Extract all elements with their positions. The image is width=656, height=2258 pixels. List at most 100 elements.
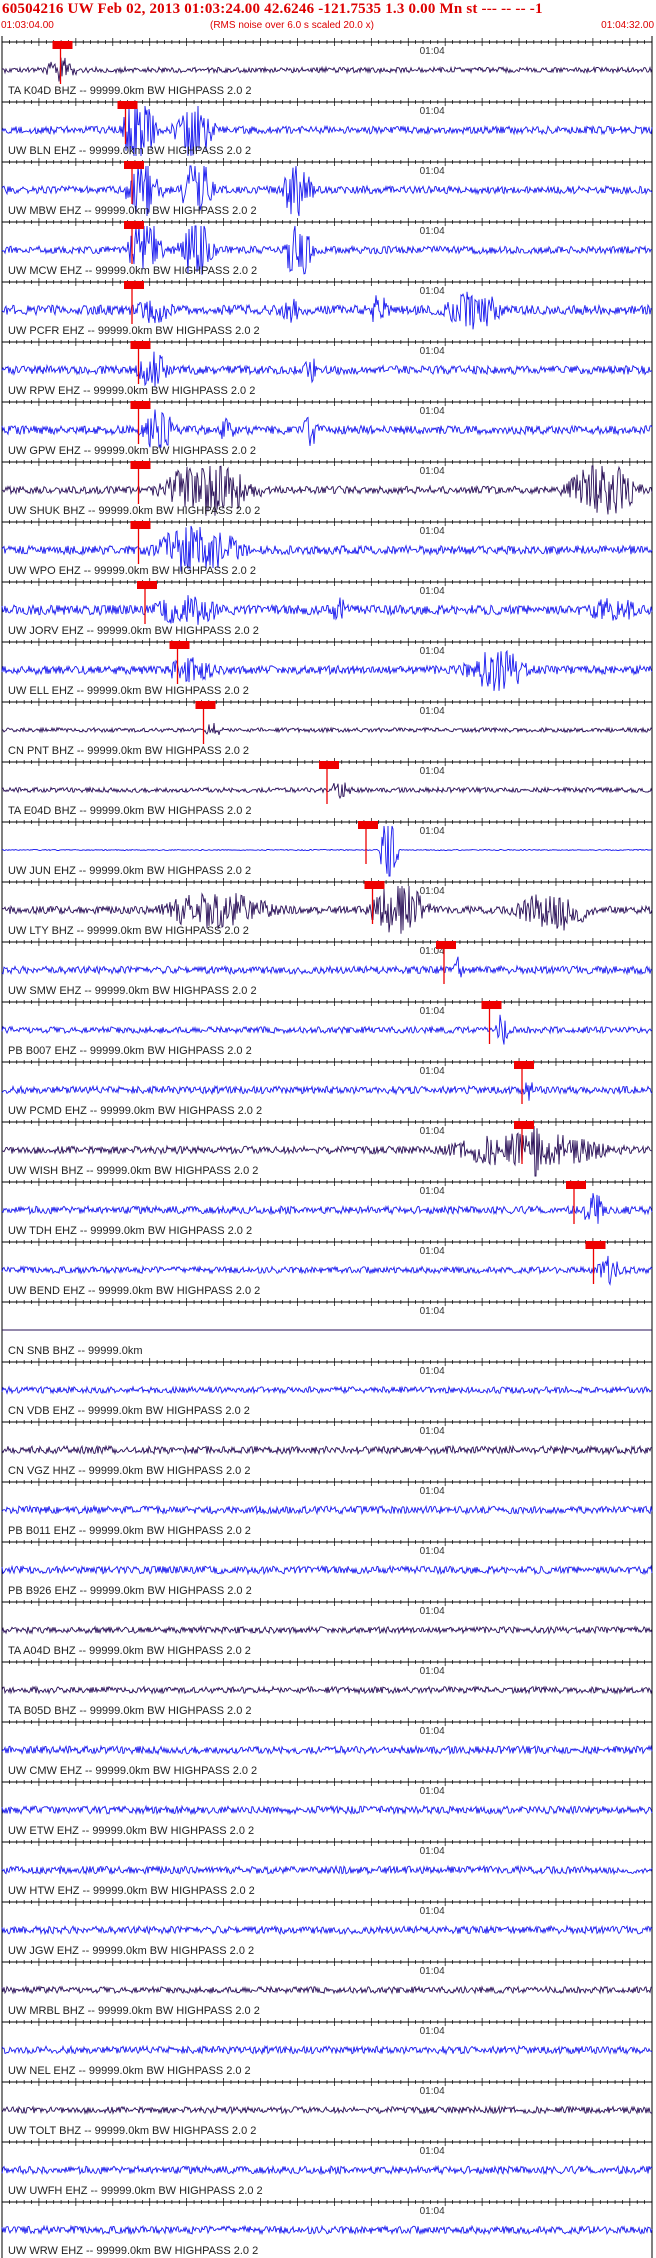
minute-tick-label: 01:04: [420, 1846, 445, 1857]
trace-panel: 01:04 UW MCW EHZ -- 99999.0km BW HIGHPASS…: [1, 218, 653, 277]
minute-tick-label: 01:04: [420, 2206, 445, 2217]
trace-panel: 01:04 CN VGZ HHZ -- 99999.0km BW HIGHPASS…: [1, 1418, 653, 1477]
station-label: UW LTY BHZ -- 99999.0km BW HIGHPASS 2.0 …: [8, 925, 249, 937]
pick-flag: [124, 221, 144, 229]
trace-panel: 01:04 UW MRBL BHZ -- 99999.0km BW HIGHPAS…: [1, 1958, 653, 2017]
trace-panel: 01:04 UW PCFR EHZ -- 99999.0km BW HIGHPAS…: [1, 278, 653, 337]
trace-panel: 01:04 PB B007 EHZ -- 99999.0km BW HIGHPAS…: [1, 998, 653, 1057]
minute-tick-label: 01:04: [420, 226, 445, 237]
trace-panel: 01:04 UW WRW EHZ -- 99999.0km BW HIGHPASS…: [1, 2198, 653, 2257]
pick-flag: [124, 161, 144, 169]
minute-tick-label: 01:04: [420, 826, 445, 837]
station-label: UW MRBL BHZ -- 99999.0km BW HIGHPASS 2.0…: [8, 2005, 260, 2017]
minute-tick-label: 01:04: [420, 1366, 445, 1377]
pick-flag: [130, 461, 151, 469]
pick-flag: [319, 761, 339, 769]
station-label: UW JORV EHZ -- 99999.0km BW HIGHPASS 2.0…: [8, 625, 259, 637]
waveform-trace: [1, 595, 653, 625]
pick-flag: [364, 881, 385, 889]
minute-tick-label: 01:04: [420, 166, 445, 177]
trace-panel: 01:04 UW ELL EHZ -- 99999.0km BW HIGHPASS…: [1, 638, 653, 697]
trace-panel: 01:04 PB B011 EHZ -- 99999.0km BW HIGHPAS…: [1, 1478, 653, 1537]
minute-tick-label: 01:04: [420, 646, 445, 657]
station-label: PB B007 EHZ -- 99999.0km BW HIGHPASS 2.0…: [8, 1045, 252, 1057]
minute-tick-label: 01:04: [420, 406, 445, 417]
station-label: PB B011 EHZ -- 99999.0km BW HIGHPASS 2.0…: [8, 1525, 251, 1537]
waveform-trace: [1, 2224, 653, 2236]
trace-panel: 01:04 TA B05D BHZ -- 99999.0km BW HIGHPAS…: [1, 1658, 653, 1717]
waveform-trace: [1, 2105, 653, 2115]
pick-flag: [566, 1181, 586, 1189]
waveform-trace: [1, 1193, 653, 1224]
station-label: UW RPW EHZ -- 99999.0km BW HIGHPASS 2.0 …: [8, 385, 255, 397]
rms-subtitle: (RMS noise over 6.0 s scaled 20.0 x): [210, 20, 374, 31]
station-label: UW WRW EHZ -- 99999.0km BW HIGHPASS 2.0 …: [8, 2245, 258, 2257]
minute-tick-label: 01:04: [420, 1666, 445, 1677]
station-label: TA A04D BHZ -- 99999.0km BW HIGHPASS 2.0…: [8, 1645, 251, 1657]
trace-panel: 01:04 UW WISH BHZ -- 99999.0km BW HIGHPAS…: [1, 1118, 653, 1177]
minute-tick-label: 01:04: [420, 1186, 445, 1197]
station-label: UW WISH BHZ -- 99999.0km BW HIGHPASS 2.0…: [8, 1165, 258, 1177]
trace-panel: 01:04 UW LTY BHZ -- 99999.0km BW HIGHPASS…: [1, 878, 653, 937]
trace-panel: 01:04 TA K04D BHZ -- 99999.0km BW HIGHPAS…: [1, 38, 653, 97]
station-label: UW UWFH EHZ -- 99999.0km BW HIGHPASS 2.0…: [8, 2185, 263, 2197]
trace-panel: 01:04 UW JGW EHZ -- 99999.0km BW HIGHPASS…: [1, 1898, 653, 1957]
minute-tick-label: 01:04: [420, 1066, 445, 1077]
station-label: UW WPO EHZ -- 99999.0km BW HIGHPASS 2.0 …: [8, 565, 256, 577]
waveform-trace: [1, 1924, 653, 1936]
waveform-trace: [1, 1504, 653, 1516]
station-label: UW MBW EHZ -- 99999.0km BW HIGHPASS 2.0 …: [8, 205, 257, 217]
minute-tick-label: 01:04: [420, 46, 445, 57]
minute-tick-label: 01:04: [420, 1726, 445, 1737]
trace-panel: 01:04 UW RPW EHZ -- 99999.0km BW HIGHPASS…: [1, 338, 653, 397]
minute-tick-label: 01:04: [420, 466, 445, 477]
minute-tick-label: 01:04: [420, 526, 445, 537]
station-label: UW SHUK BHZ -- 99999.0km BW HIGHPASS 2.0…: [8, 505, 260, 517]
minute-tick-label: 01:04: [420, 2146, 445, 2157]
station-label: CN PNT BHZ -- 99999.0km BW HIGHPASS 2.0 …: [8, 745, 249, 757]
waveform-trace: [1, 1864, 653, 1876]
trace-panel: 01:04 UW ETW EHZ -- 99999.0km BW HIGHPASS…: [1, 1778, 653, 1837]
minute-tick-label: 01:04: [420, 1486, 445, 1497]
trace-panel: 01:04 PB B926 EHZ -- 99999.0km BW HIGHPAS…: [1, 1538, 653, 1597]
pick-flag: [169, 641, 190, 649]
trace-panel: 01:04 UW GPW EHZ -- 99999.0km BW HIGHPASS…: [1, 398, 653, 457]
station-label: UW TDH EHZ -- 99999.0km BW HIGHPASS 2.0 …: [8, 1225, 252, 1237]
station-label: UW PCFR EHZ -- 99999.0km BW HIGHPASS 2.0…: [8, 325, 260, 337]
waveform-trace: [1, 956, 653, 978]
trace-panel: 01:04 UW TOLT BHZ -- 99999.0km BW HIGHPAS…: [1, 2078, 653, 2137]
waveform-trace: [1, 1385, 652, 1395]
trace-panel: 01:04 CN PNT BHZ -- 99999.0km BW HIGHPASS…: [1, 698, 653, 757]
trace-panel: 01:04 UW JUN EHZ -- 99999.0km BW HIGHPASS…: [1, 818, 653, 877]
station-label: TA K04D BHZ -- 99999.0km BW HIGHPASS 2.0…: [8, 85, 252, 97]
trace-panel: 01:04 CN SNB BHZ -- 99999.0km: [1, 1298, 653, 1357]
trace-panel: 01:04UW SMW EHZ -- 99999.0km BW HIGHPASS…: [1, 938, 653, 997]
station-label: UW TOLT BHZ -- 99999.0km BW HIGHPASS 2.0…: [8, 2125, 256, 2137]
pick-flag: [585, 1241, 606, 1249]
minute-tick-label: 01:04: [420, 1126, 445, 1137]
trace-panel: 01:04 UW WPO EHZ -- 99999.0km BW HIGHPASS…: [1, 518, 653, 577]
station-label: TA B05D BHZ -- 99999.0km BW HIGHPASS 2.0…: [8, 1705, 252, 1717]
minute-tick-label: 01:04: [420, 586, 445, 597]
seismogram-plot: 01:04 TA K04D BHZ -- 99999.0km BW HIGHPAS…: [1, 36, 653, 2258]
pick-flag: [137, 581, 157, 589]
station-label: UW JUN EHZ -- 99999.0km BW HIGHPASS 2.0 …: [8, 865, 251, 877]
waveform-trace: [1, 1744, 653, 1756]
station-label: CN SNB BHZ -- 99999.0km: [8, 1345, 142, 1357]
station-label: UW GPW EHZ -- 99999.0km BW HIGHPASS 2.0 …: [8, 445, 256, 457]
waveform-trace: [1, 2164, 653, 2176]
minute-tick-label: 01:04: [420, 706, 445, 717]
waveform-trace: [1, 1564, 653, 1576]
minute-tick-label: 01:04: [420, 286, 445, 297]
minute-tick-label: 01:04: [420, 1606, 445, 1617]
minute-tick-label: 01:04: [420, 1306, 445, 1317]
waveform-trace: [1, 1985, 653, 1995]
minute-tick-label: 01:04: [420, 1006, 445, 1017]
minute-tick-label: 01:04: [420, 1426, 445, 1437]
minute-tick-label: 01:04: [420, 1786, 445, 1797]
station-label: UW SMW EHZ -- 99999.0km BW HIGHPASS 2.0 …: [8, 985, 257, 997]
pick-flag: [130, 341, 151, 349]
station-label: UW ETW EHZ -- 99999.0km BW HIGHPASS 2.0 …: [8, 1825, 254, 1837]
waveform-trace: [1, 1014, 653, 1045]
station-label: TA E04D BHZ -- 99999.0km BW HIGHPASS 2.0…: [8, 805, 252, 817]
